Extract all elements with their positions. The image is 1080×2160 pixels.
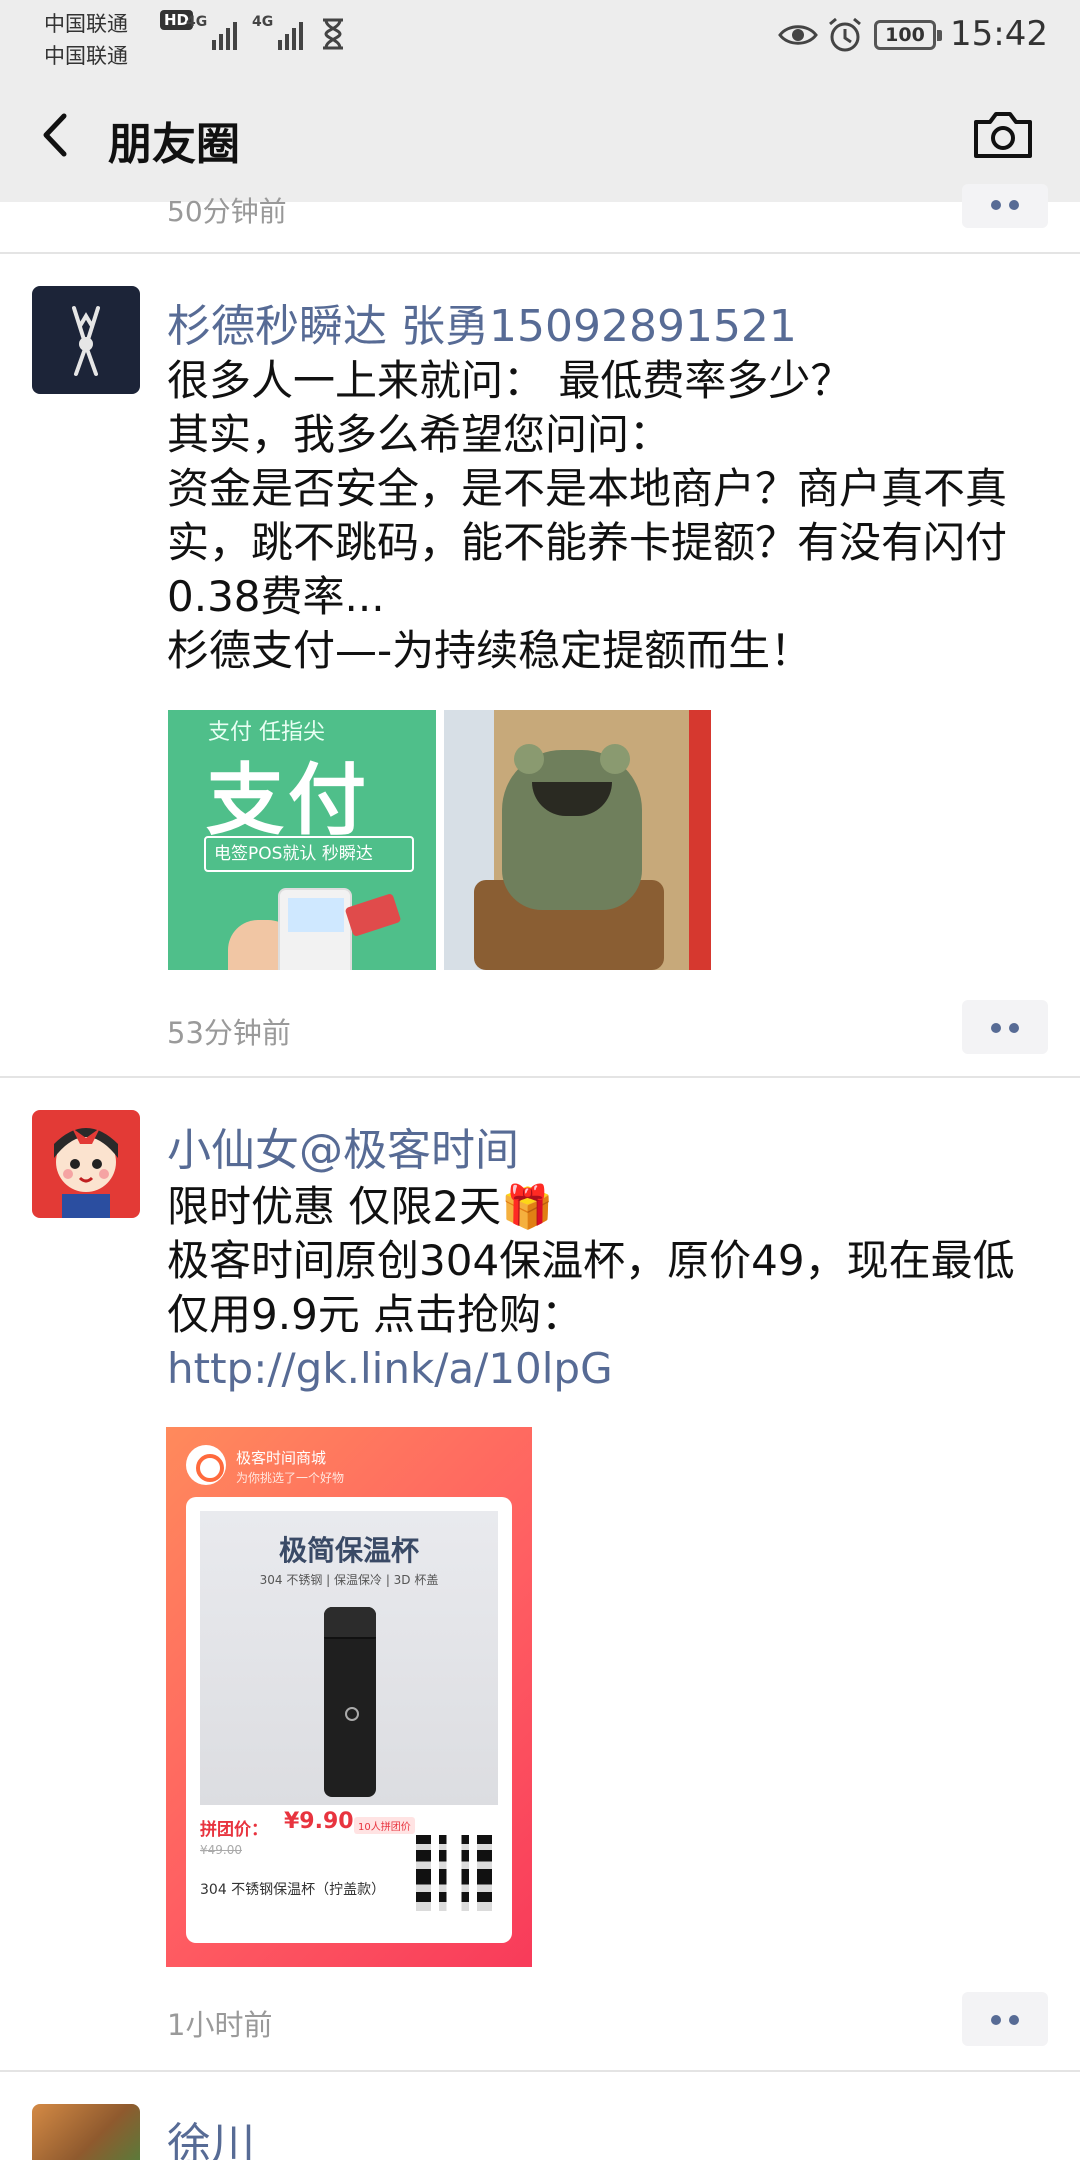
image-headline: 支付	[206, 756, 371, 846]
post-text-line: 限时优惠 仅限2天🎁	[167, 1182, 554, 1231]
post-link[interactable]: http://gk.link/a/10lpG	[167, 1344, 613, 1393]
card-store-subtitle: 为你挑选了一个好物	[236, 1471, 345, 1485]
post-text: 限时优惠 仅限2天🎁 极客时间原创304保温杯，原价49，现在最低仅用9.9元 …	[167, 1180, 1027, 1396]
toad-eye-graphic	[514, 744, 544, 774]
pos-terminal-graphic	[278, 888, 352, 970]
post-more-button[interactable]	[962, 1000, 1048, 1054]
qr-code-icon	[416, 1835, 492, 1911]
post-author[interactable]: 徐川	[167, 2108, 255, 2160]
hourglass-icon	[323, 18, 343, 50]
alarm-icon	[829, 17, 861, 52]
carrier-1: 中国联通	[44, 12, 128, 36]
signal-1-icon: 4G	[186, 14, 238, 50]
eye-icon	[778, 25, 818, 45]
group-buy-badge: 10人拼团价	[354, 1817, 415, 1834]
old-price: ¥49.00	[200, 1843, 242, 1857]
signal-2-icon: 4G	[252, 14, 304, 50]
price-label: 拼团价：	[200, 1820, 268, 1840]
toad-eye-graphic	[600, 744, 630, 774]
bottle-graphic	[324, 1607, 376, 1797]
post-time: 53分钟前	[167, 1016, 291, 1050]
clock: 15:42	[950, 14, 1048, 54]
post-text-line: 极客时间原创304保温杯，原价49，现在最低仅用9.9元 点击抢购：	[167, 1236, 1015, 1339]
image-background	[689, 710, 711, 970]
divider	[0, 1076, 1080, 1078]
post-image-product-card[interactable]: 极客时间商城 为你挑选了一个好物 极简保温杯 304 不锈钢 | 保温保冷 | …	[166, 1427, 532, 1967]
post-image-2[interactable]	[444, 710, 711, 970]
previous-post-time: 50分钟前	[167, 195, 287, 228]
product-title: 极简保温杯	[278, 1534, 419, 1567]
post-image-1[interactable]: 支付 任指尖 支付 电签POS就认 秒瞬达	[168, 710, 436, 970]
post-more-button[interactable]	[962, 1992, 1048, 2046]
toad-statue-graphic	[502, 750, 642, 910]
product-spec: 304 不锈钢 | 保温保冷 | 3D 杯盖	[259, 1573, 439, 1587]
nav-bar: 朋友圈	[0, 70, 1080, 202]
card-inner: 极简保温杯 304 不锈钢 | 保温保冷 | 3D 杯盖 拼团价： ¥9.90 …	[186, 1497, 512, 1943]
camera-button[interactable]	[970, 106, 1036, 164]
avatar-post-3[interactable]	[32, 2104, 140, 2160]
back-button[interactable]	[28, 100, 88, 170]
previous-post-more-button[interactable]	[962, 184, 1048, 228]
product-photo: 极简保温杯 304 不锈钢 | 保温保冷 | 3D 杯盖	[200, 1511, 498, 1805]
avatar-post-1[interactable]	[32, 286, 140, 394]
post-text: 很多人一上来就问： 最低费率多少？ 其实，我多么希望您问问： 资金是否安全，是不…	[167, 356, 1008, 675]
page-title: 朋友圈	[108, 119, 240, 170]
avatar-post-2[interactable]	[32, 1110, 140, 1218]
card-store-name: 极客时间商城	[236, 1449, 327, 1467]
card-graphic	[344, 893, 402, 937]
battery-icon: 100	[874, 20, 942, 50]
status-bar: 中国联通 中国联通 HD 4G 4G 100 15:42	[0, 0, 1080, 70]
price: ¥9.90	[284, 1809, 354, 1834]
divider	[0, 252, 1080, 254]
post-time: 1小时前	[167, 2008, 273, 2042]
divider	[0, 2070, 1080, 2072]
post-author[interactable]: 杉德秒瞬达 张勇15092891521	[167, 290, 797, 354]
carrier-2: 中国联通	[44, 44, 128, 68]
post-author[interactable]: 小仙女@极客时间	[167, 1114, 519, 1178]
product-name: 304 不锈钢保温杯（拧盖款）	[200, 1882, 386, 1898]
image-band-text: 电签POS就认 秒瞬达	[204, 836, 414, 872]
store-logo-icon	[186, 1445, 226, 1485]
